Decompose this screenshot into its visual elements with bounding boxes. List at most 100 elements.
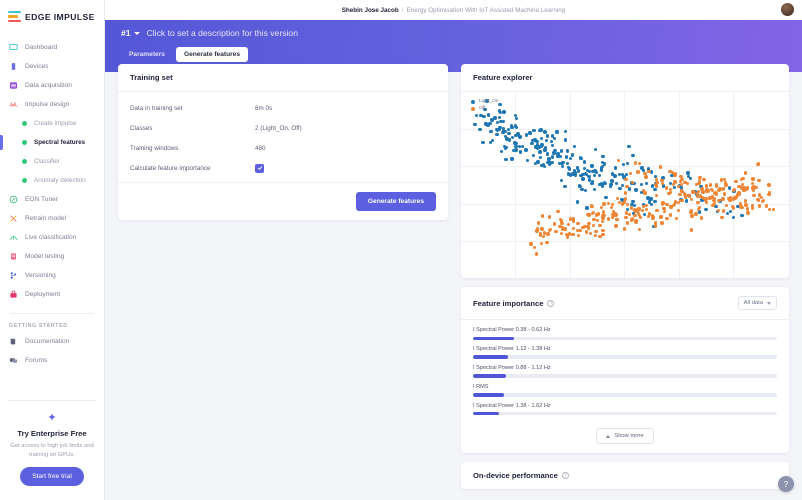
sidebar-item-model-testing[interactable]: Model testing [0,247,104,266]
scatter-point [637,227,641,232]
sidebar-item-data-acquisition[interactable]: Data acquisition [0,76,104,95]
scatter-point [507,131,512,136]
scatter-point [614,224,618,228]
scatter-point [545,134,549,138]
scatter-point [590,211,595,216]
scatter-point [598,234,602,238]
scatter-point [721,209,725,213]
scatter-point [532,245,537,250]
scatter-point [756,162,761,166]
scatter-point [757,204,761,208]
scatter-point [734,195,738,199]
scatter-point [552,222,557,226]
scatter-point [704,189,708,193]
scatter-point [513,124,518,128]
scatter-point [714,184,719,188]
scatter-point [752,193,756,198]
version-selector[interactable]: #1 [121,28,140,38]
tab-parameters[interactable]: Parameters [121,47,173,62]
feature-importance-bar-fill [473,355,508,359]
scatter-point [716,208,721,213]
sidebar-subitem-anomaly-detection[interactable]: Anomaly detection [0,171,104,190]
scatter-point [591,223,595,227]
logo-text: EDGE IMPULSE [25,11,95,22]
scatter-point [540,242,544,246]
scatter-point [489,130,493,134]
scatter-point [704,197,708,201]
legend-item-off[interactable]: Off [471,105,498,112]
sidebar-subitem-spectral-features[interactable]: Spectral features [0,133,104,152]
scatter-point [560,231,564,236]
sidebar-subitem-classifier[interactable]: Classifier [0,152,104,171]
tab-generate-features[interactable]: Generate features [175,47,249,62]
scatter-point [515,116,519,121]
scatter-point [588,232,593,236]
scatter-point [598,223,602,228]
scatter-point [636,170,640,174]
scatter-point [565,235,570,240]
sidebar-item-forums[interactable]: Forums [0,351,104,370]
show-more-label: Show more [614,433,644,440]
sidebar-item-retrain-model[interactable]: Retrain model [0,209,104,228]
sidebar-subitem-create-impulse[interactable]: Create impulse [0,114,104,133]
scatter-point [686,193,690,198]
sidebar-item-versioning[interactable]: Versioning [0,266,104,285]
scatter-point [570,153,575,157]
scatter-point [767,208,772,212]
sidebar-item-dashboard[interactable]: Dashboard [0,38,104,57]
feature-importance-footer: Show more [461,423,789,453]
status-dot-icon [22,140,27,145]
sidebar-item-label: Dashboard [25,44,58,51]
feature-explorer-plot[interactable]: Light_On Off [461,92,789,278]
help-button[interactable]: ? [778,476,794,492]
scatter-point [568,173,573,177]
scatter-point [563,138,568,142]
scatter-point [743,171,748,175]
topbar: Shebin Jose Jacob / Energy Optimisation Wi… [105,0,802,20]
scatter-point [616,158,621,163]
calculate-feature-importance-checkbox[interactable] [255,163,264,173]
status-dot-icon [22,159,27,164]
legend-item-light-on[interactable]: Light_On [471,98,498,105]
breadcrumb-user[interactable]: Shebin Jose Jacob [342,7,399,14]
generate-features-button[interactable]: Generate features [355,192,436,211]
avatar[interactable] [781,3,794,16]
sidebar-item-live-classification[interactable]: Live classification [0,228,104,247]
scatter-point [732,187,736,192]
version-row: #1 Click to set a description for this v… [121,28,802,38]
question-mark-icon[interactable]: ? [547,299,555,307]
scatter-point [627,212,632,216]
scatter-point [578,228,582,233]
sidebar-item-devices[interactable]: Devices [0,57,104,76]
sidebar-item-impulse-design[interactable]: Impulse design [0,95,104,114]
sidebar-subitem-label: Classifier [34,158,60,165]
breadcrumb: Shebin Jose Jacob / Energy Optimisation Wi… [342,7,566,14]
question-mark-icon[interactable]: ? [561,472,569,480]
scatter-point [672,185,677,190]
scatter-point [473,123,477,127]
scatter-point [484,122,488,126]
sidebar-item-eon-tuner[interactable]: EON Tuner [0,190,104,209]
scatter-point [625,221,630,225]
logo[interactable]: EDGE IMPULSE [0,0,104,26]
version-description-input[interactable]: Click to set a description for this vers… [147,28,298,38]
breadcrumb-project[interactable]: Energy Optimisation With IoT Assisted Ma… [407,7,566,14]
sidebar-item-documentation[interactable]: Documentation [0,332,104,351]
scatter-point [723,181,728,185]
scatter-point [533,138,537,142]
scatter-point [551,155,555,159]
start-free-trial-button[interactable]: Start free trial [20,467,84,486]
show-more-button[interactable]: Show more [596,428,654,445]
feature-importance-bar-fill [473,336,515,340]
scatter-point [631,153,635,158]
feature-importance-list: I Spectral Power 0.38 - 0.62 Hz I Spectra… [461,320,789,423]
sidebar-item-label: Data acquisition [25,82,72,89]
scatter-point [602,180,606,184]
scatter-point [623,191,628,195]
training-set-title: Training set [130,73,173,82]
sidebar-item-deployment[interactable]: Deployment [0,285,104,304]
feature-importance-filter-select[interactable]: All data [737,296,777,310]
sidebar-item-label: Impulse design [25,101,70,108]
legend-swatch [471,99,475,104]
scatter-point [529,242,533,246]
